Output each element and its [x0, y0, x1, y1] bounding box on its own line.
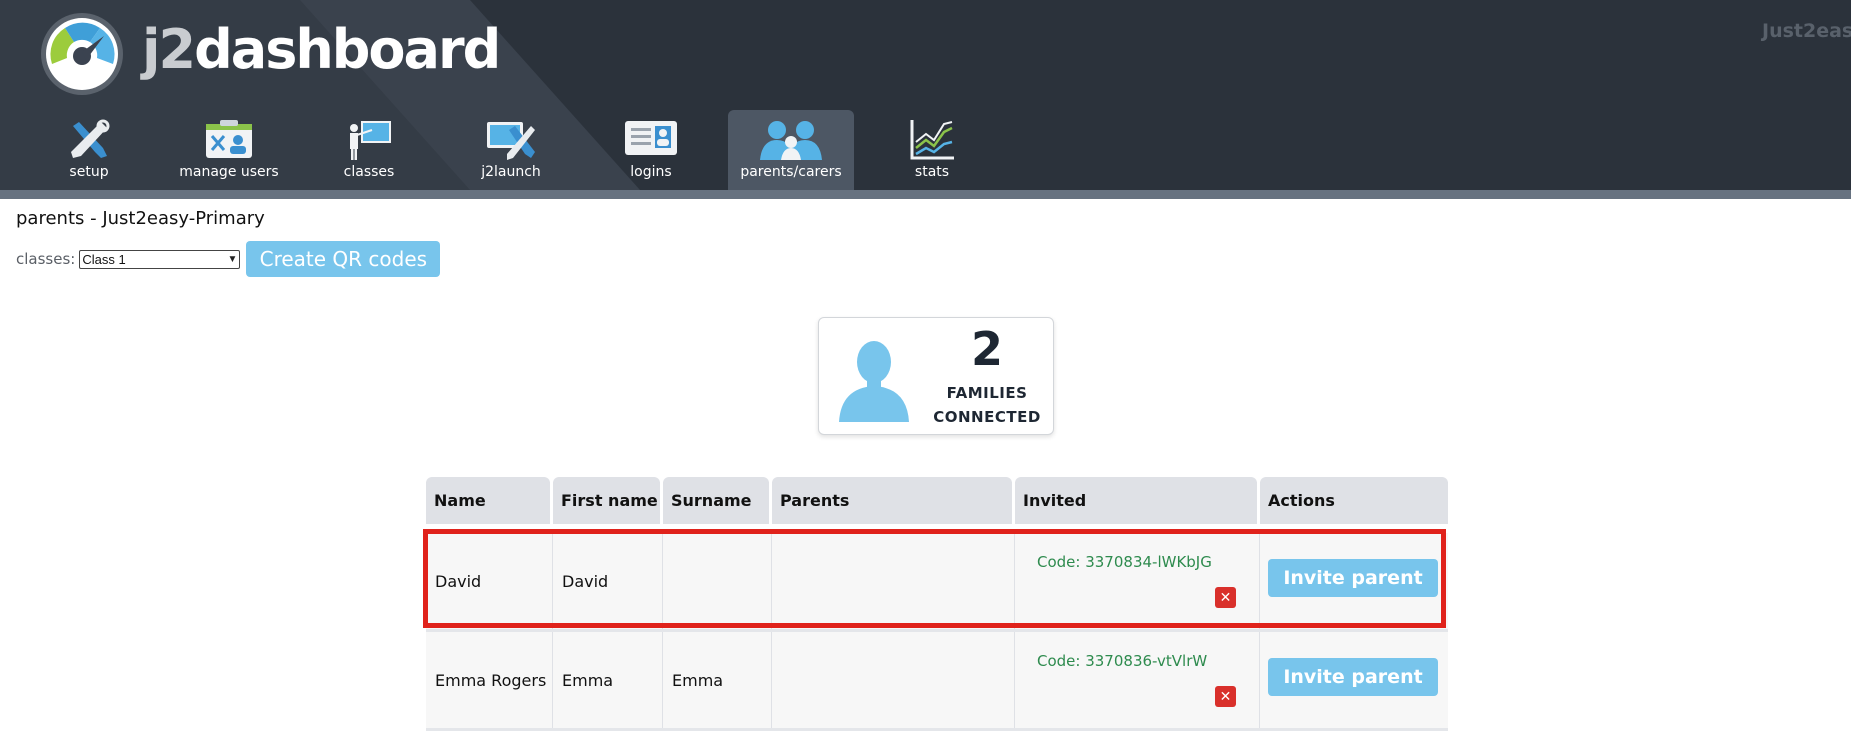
stats-icon	[910, 120, 954, 160]
manage-users-icon	[206, 120, 252, 158]
cell-surname: Emma	[663, 632, 772, 728]
cell-actions: Invite parent	[1260, 632, 1448, 728]
page-title: parents - Just2easy-Primary	[16, 208, 265, 229]
classes-label: classes:	[16, 250, 76, 268]
invite-parent-button[interactable]: Invite parent	[1268, 559, 1438, 597]
column-header-name[interactable]: Name	[426, 477, 550, 524]
nav-label-j2launch: j2launch	[481, 164, 541, 180]
parents-carers-icon	[760, 121, 822, 160]
cell-first-name: David	[553, 533, 663, 629]
chevron-down-icon: ▼	[227, 253, 238, 265]
tools-icon	[71, 119, 110, 158]
nav-label-classes: classes	[343, 164, 395, 180]
column-header-invited[interactable]: Invited	[1015, 477, 1257, 524]
nav-item-j2launch[interactable]: j2launch	[448, 110, 574, 190]
table-header-row: Name First name Surname Parents Invited …	[426, 477, 1448, 524]
nav-item-logins[interactable]: logins	[588, 110, 714, 190]
nav-label-manage-users: manage users	[179, 164, 279, 180]
cell-actions: Invite parent	[1260, 533, 1448, 629]
app-logo-title[interactable]: j2dashboard	[142, 14, 501, 86]
classes-select[interactable]: Class 1 ▼	[79, 249, 241, 269]
table-row: Emma Rogers Emma Emma Code: 3370836-vtVl…	[426, 632, 1448, 728]
column-header-surname[interactable]: Surname	[663, 477, 769, 524]
create-qr-codes-button[interactable]: Create QR codes	[246, 241, 441, 277]
nav-item-manage-users[interactable]: manage users	[166, 110, 292, 190]
families-count: 2	[970, 322, 1003, 376]
j2launch-icon	[487, 122, 535, 160]
nav-label-logins: logins	[630, 164, 672, 180]
column-header-first-name[interactable]: First name	[553, 477, 660, 524]
families-label: FAMILIES CONNECTED	[927, 381, 1047, 429]
nav-item-classes[interactable]: classes	[306, 110, 432, 190]
header-divider	[0, 190, 1851, 199]
top-header: j2dashboard Just2easy setup manage users	[0, 0, 1851, 190]
delete-invite-icon[interactable]: ✕	[1215, 587, 1236, 608]
nav-label-parents-carers: parents/carers	[740, 164, 842, 180]
invite-code: Code: 3370834-lWKbJG	[1037, 553, 1212, 571]
families-connected-card: 2 FAMILIES CONNECTED	[818, 317, 1054, 435]
classes-icon	[350, 121, 391, 160]
nav-item-setup[interactable]: setup	[26, 110, 152, 190]
cell-first-name: Emma	[553, 632, 663, 728]
column-header-parents[interactable]: Parents	[772, 477, 1012, 524]
logins-icon	[625, 121, 677, 155]
person-avatar-icon	[839, 341, 909, 422]
class-filter-row: classes: Class 1 ▼ Create QR codes	[16, 241, 441, 277]
cell-name: David	[426, 533, 553, 629]
invite-parent-button[interactable]: Invite parent	[1268, 658, 1438, 696]
nav-label-stats: stats	[914, 164, 950, 180]
brand-label: Just2easy	[1762, 20, 1851, 42]
cell-parents	[772, 533, 1015, 629]
speedometer-logo-icon	[41, 13, 123, 95]
delete-invite-icon[interactable]: ✕	[1215, 686, 1236, 707]
cell-invited: Code: 3370834-lWKbJG ✕	[1015, 533, 1260, 629]
table-row: David David Code: 3370834-lWKbJG ✕ Invit…	[426, 533, 1448, 629]
logo-title-main: dashboard	[194, 18, 501, 81]
cell-surname	[663, 533, 772, 629]
column-header-actions[interactable]: Actions	[1260, 477, 1448, 524]
nav-label-setup: setup	[69, 164, 109, 180]
cell-name: Emma Rogers	[426, 632, 553, 728]
nav-item-stats[interactable]: stats	[869, 110, 995, 190]
invite-code: Code: 3370836-vtVlrW	[1037, 652, 1208, 670]
nav-item-parents-carers[interactable]: parents/carers	[728, 110, 854, 190]
families-label-line2: CONNECTED	[933, 408, 1041, 426]
classes-selected-value: Class 1	[82, 251, 126, 267]
logo-title-prefix: j2	[142, 18, 196, 81]
families-label-line1: FAMILIES	[946, 384, 1028, 402]
cell-parents	[772, 632, 1015, 728]
cell-invited: Code: 3370836-vtVlrW ✕	[1015, 632, 1260, 728]
